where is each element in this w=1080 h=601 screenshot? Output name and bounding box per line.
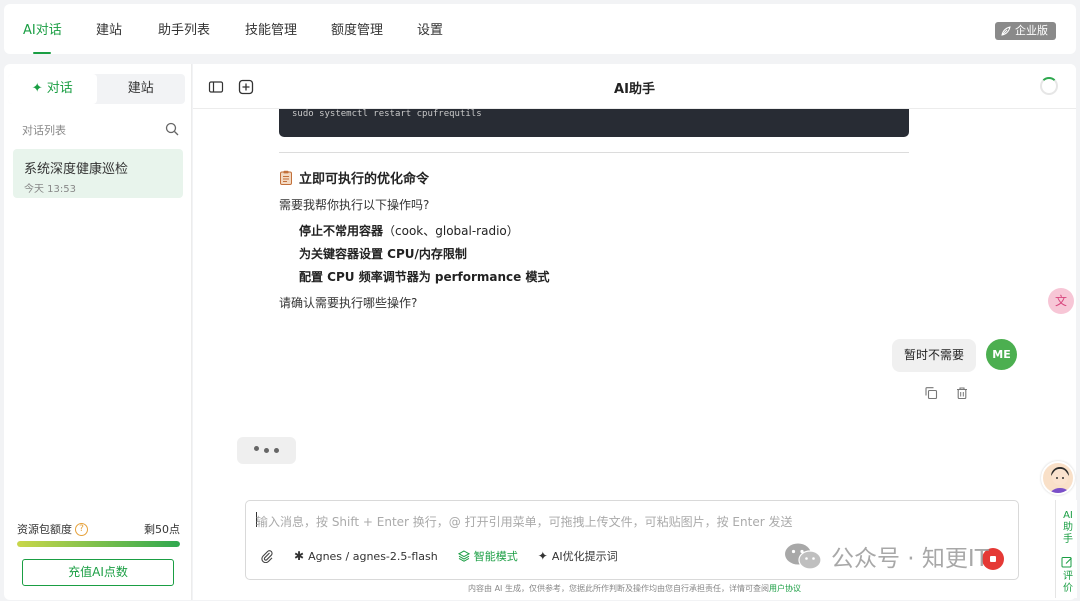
sidebar-tab-chat[interactable]: ✦ 对话	[8, 74, 97, 104]
user-agreement-link[interactable]: 用户协议	[769, 584, 801, 593]
list-item-detail: （cook、global-radio）	[383, 224, 519, 238]
tab-assistant-list[interactable]: 助手列表	[158, 4, 210, 54]
typing-dot	[254, 446, 259, 451]
assistant-side-panel: AI助手 评价	[1055, 500, 1077, 598]
help-icon[interactable]: ?	[75, 522, 88, 536]
tab-settings[interactable]: 设置	[417, 4, 443, 54]
enterprise-badge[interactable]: 企业版	[995, 22, 1056, 40]
review-label[interactable]: 评价	[1062, 571, 1074, 595]
quota-progress-bar	[17, 541, 180, 547]
quota-row: 资源包额度 ? 剩50点	[17, 521, 180, 537]
smart-mode-toggle[interactable]: 智能模式	[457, 548, 518, 564]
quota-progress-fill	[17, 541, 180, 547]
sidebar-tabs: ✦ 对话 建站	[8, 74, 185, 104]
loading-spinner-icon	[1040, 77, 1058, 95]
list-item: 为关键容器设置 CPU/内存限制	[299, 245, 467, 262]
conversation-time: 今天 13:53	[24, 184, 76, 195]
assistant-avatar[interactable]	[1041, 461, 1075, 495]
layers-icon	[457, 550, 470, 562]
conversation-list-label: 对话列表	[22, 124, 66, 137]
quota-label: 资源包额度	[17, 523, 72, 536]
conversation-item[interactable]: 系统深度健康巡检 今天 13:53	[13, 149, 183, 198]
page-title: AI助手	[614, 82, 655, 97]
sidebar: ✦ 对话 建站 对话列表 系统深度健康巡检 今天 13:53 资源包额度 ? 剩…	[4, 64, 192, 600]
copy-icon[interactable]	[924, 386, 938, 400]
model-icon: ✱	[294, 549, 305, 563]
tab-quota-management[interactable]: 额度管理	[331, 4, 383, 54]
typing-dot	[274, 448, 279, 453]
watermark-text: 公众号 · 知更IT	[831, 546, 989, 572]
conversation-title: 系统深度健康巡检	[24, 162, 129, 177]
model-label: Agnes / agnes-2.5-flash	[308, 549, 438, 563]
chat-panel: AI助手 sudo systemctl restart cpufrequtils…	[193, 64, 1076, 600]
recharge-button[interactable]: 充值AI点数	[22, 559, 174, 586]
assistant-label[interactable]: AI助手	[1062, 510, 1074, 546]
sidebar-tab-chat-label: 对话	[46, 81, 73, 96]
watermark: 公众号 · 知更IT	[783, 539, 989, 573]
sparkle-icon: ✦	[537, 549, 548, 563]
model-selector[interactable]: ✱ Agnes / agnes-2.5-flash	[294, 549, 438, 563]
search-icon[interactable]	[165, 122, 179, 136]
tab-ai-chat[interactable]: AI对话	[23, 4, 62, 54]
code-line: sudo systemctl restart cpufrequtils	[292, 109, 482, 119]
divider	[279, 152, 909, 153]
attach-button[interactable]	[260, 549, 274, 563]
optimize-prompt-button[interactable]: ✦ AI优化提示词	[538, 548, 618, 564]
typing-indicator	[237, 437, 296, 464]
translate-icon[interactable]: 文	[1048, 288, 1074, 314]
message-input[interactable]: 输入消息，按 Shift + Enter 换行，@ 打开引用菜单，可拖拽上传文件…	[256, 513, 792, 530]
list-item-bold: 停止不常用容器	[299, 224, 384, 238]
tab-skill-management[interactable]: 技能管理	[245, 4, 297, 54]
clipboard-icon	[280, 170, 292, 185]
sidebar-tab-site[interactable]: 建站	[97, 74, 186, 104]
typing-dot	[264, 448, 269, 453]
user-message: 暂时不需要	[892, 339, 976, 372]
tab-site-builder[interactable]: 建站	[96, 4, 122, 54]
disclaimer: 内容由 AI 生成，仅供参考，您据此所作判断及操作均由您自行承担责任，详情可查阅…	[193, 583, 1076, 594]
edit-icon[interactable]	[1061, 556, 1073, 568]
top-navigation: AI对话 建站 助手列表 技能管理 额度管理 设置 企业版	[4, 4, 1076, 54]
section-title: 立即可执行的优化命令	[299, 172, 430, 187]
composer-toolbar: ✱ Agnes / agnes-2.5-flash 智能模式 ✦ AI优化提示词	[260, 548, 638, 564]
paperclip-icon	[261, 550, 273, 563]
list-item-bold: 配置 CPU 频率调节器为 performance 模式	[299, 270, 550, 284]
section-heading: 立即可执行的优化命令	[279, 168, 429, 187]
sparkle-icon: ✦	[31, 81, 43, 96]
enterprise-label: 企业版	[1015, 24, 1048, 37]
optimize-prompt-label: AI优化提示词	[551, 550, 618, 563]
confirm-text: 请确认需要执行哪些操作?	[279, 296, 418, 310]
wechat-icon	[785, 543, 822, 570]
disclaimer-text: 内容由 AI 生成，仅供参考，您据此所作判断及操作均由您自行承担责任，详情可查阅	[468, 584, 769, 593]
code-block: sudo systemctl restart cpufrequtils	[279, 109, 909, 137]
list-item-bold: 为关键容器设置 CPU/内存限制	[299, 247, 467, 261]
leaf-icon	[1001, 26, 1011, 36]
list-item: 配置 CPU 频率调节器为 performance 模式	[299, 268, 549, 285]
list-item: 停止不常用容器（cook、global-radio）	[299, 222, 519, 239]
chat-header: AI助手	[193, 64, 1076, 109]
avatar: ME	[986, 339, 1017, 370]
smart-mode-label: 智能模式	[473, 550, 518, 563]
delete-icon[interactable]	[955, 386, 969, 400]
quota-remaining: 剩50点	[144, 523, 180, 536]
question-text: 需要我帮你执行以下操作吗?	[279, 198, 430, 212]
